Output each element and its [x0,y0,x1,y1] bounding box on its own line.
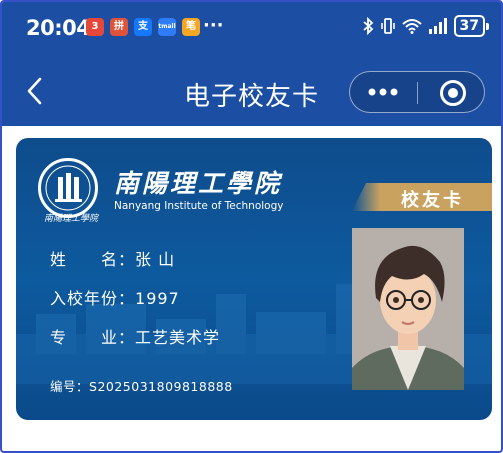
app-notification-icon: 拼 [110,18,128,36]
card-number-value: S2025031809818888 [89,379,233,394]
school-logo [38,158,98,218]
entry-year-row: 入校年份：1997 [50,285,180,309]
school-emblem-icon [45,165,91,211]
card-number-row: 编号：S2025031809818888 [50,376,233,395]
banner-label: 校友卡 [401,190,464,211]
name-label: 姓 名： [50,250,136,269]
vibrate-icon [380,18,395,34]
major-value: 工艺美术学 [135,328,221,347]
battery-indicator: 37 [453,15,490,37]
capsule-divider [417,82,418,104]
status-icons: 37 [362,15,490,37]
school-name-en: Nanyang Institute of Technology [114,200,284,212]
wifi-icon [401,19,422,34]
more-dots-icon[interactable] [368,78,398,106]
school-name-cn: 南陽理工學院 [114,169,283,198]
target-circle-icon[interactable] [440,80,466,106]
mini-program-capsule [349,71,485,113]
card-number-label: 编号： [50,379,90,394]
name-value: 张 山 [135,250,176,269]
more-notifications-icon: ··· [203,15,224,36]
profile-photo [352,228,464,390]
clock: 20:04 [26,16,91,40]
major-row: 专 业：工艺美术学 [50,324,220,348]
signal-icon [428,18,447,34]
avatar-illustration [352,228,464,390]
bluetooth-icon [362,17,373,35]
status-bar: 20:04 3 拼 支 tmall 笔 ··· 37 [2,2,501,56]
entry-year-label: 入校年份： [50,289,136,308]
major-label: 专 业： [50,328,136,347]
app-notification-icon: 支 [134,18,152,36]
name-row: 姓 名：张 山 [50,246,175,270]
app-notification-icon: tmall [158,18,176,36]
school-name-cn-small: 南陽理工學院 [44,214,99,224]
entry-year-value: 1997 [135,289,180,308]
app-frame: 20:04 3 拼 支 tmall 笔 ··· 37 电子校友卡 南陽理工學院 … [0,0,503,453]
app-notification-icon: 3 [86,18,104,36]
alumni-card: 南陽理工學院 Nanyang Institute of Technology 南… [16,138,492,420]
app-notification-icon: 笔 [182,18,200,36]
navigation-bar: 电子校友卡 [2,56,501,126]
alumni-card-banner: 校友卡 [352,183,492,211]
